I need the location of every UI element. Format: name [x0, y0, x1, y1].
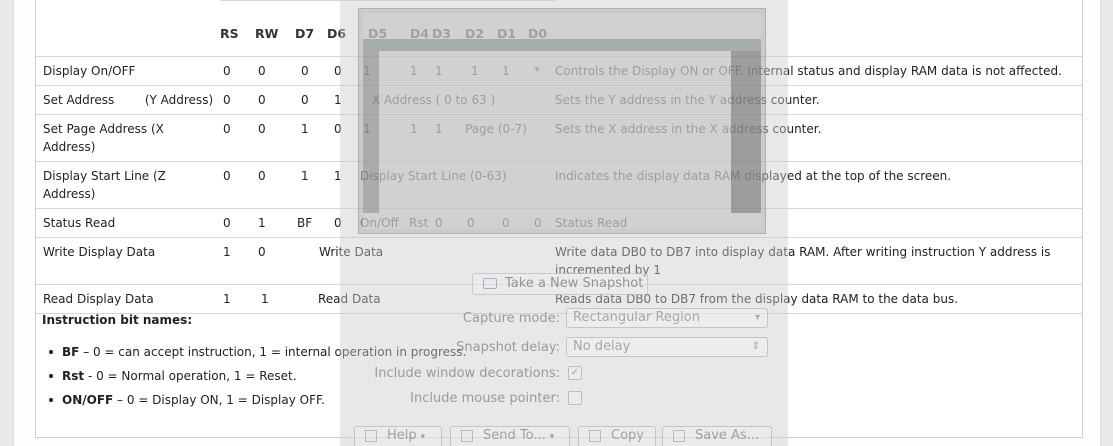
snapshot-preview[interactable]: [358, 8, 766, 234]
bit-text: - 0 = Normal operation, 1 = Reset.: [84, 369, 297, 383]
include-decorations-checkbox[interactable]: ✓: [568, 366, 582, 380]
cell-d7: 1: [295, 114, 327, 162]
capture-mode-label: Capture mode:: [462, 311, 560, 326]
snapshot-delay-value: No delay: [573, 339, 631, 354]
send-to-button[interactable]: Send To... ▾: [450, 426, 570, 446]
copy-button[interactable]: Copy: [578, 426, 656, 446]
row-name: Display Start Line (Z Address): [36, 161, 220, 209]
chevron-down-icon: ▾: [754, 312, 760, 323]
header-rw: RW: [255, 0, 295, 57]
bit-key: BF: [62, 345, 80, 359]
header-empty: [36, 1, 220, 57]
header-rs: RS: [220, 0, 255, 57]
cell-rw: 0: [255, 56, 295, 86]
send-icon: [461, 430, 473, 442]
save-icon: [673, 430, 685, 442]
take-snapshot-label: Take a New Snapshot: [505, 276, 644, 291]
camera-icon: [483, 278, 497, 289]
copy-label: Copy: [611, 428, 644, 443]
include-decorations-label: Include window decorations:: [374, 366, 560, 381]
capture-mode-select[interactable]: Rectangular Region ▾: [566, 308, 768, 328]
row-name: Set Address (Y Address): [36, 85, 220, 115]
cell-d7: 0: [295, 56, 327, 86]
snapshot-delay-label: Snapshot delay:: [456, 340, 560, 355]
cell-rs: 0: [220, 56, 255, 86]
cell-rw: 0: [255, 85, 295, 115]
cell-d7: BF: [295, 208, 327, 238]
bit-key: ON/OFF: [62, 393, 114, 407]
save-as-button[interactable]: Save As...: [662, 426, 772, 446]
cell-d7: 0: [295, 85, 327, 115]
screenshot-dialog-overlay: Take a New Snapshot Capture mode: Rectan…: [340, 0, 788, 446]
take-snapshot-button[interactable]: Take a New Snapshot: [472, 273, 648, 295]
cell-rs: 0: [220, 208, 255, 238]
preview-dark-panel: [731, 51, 761, 213]
cell-rw: 1: [255, 208, 295, 238]
cell-rs: 1: [220, 284, 255, 314]
include-pointer-label: Include mouse pointer:: [410, 391, 560, 406]
instruction-bits-title: Instruction bit names:: [42, 313, 193, 327]
help-label: Help: [387, 428, 417, 443]
cell-rw: 0: [255, 237, 295, 285]
cell-rw: 1: [255, 284, 295, 314]
cell-d7: 1: [295, 161, 327, 209]
help-icon: [365, 430, 377, 442]
row-name: Read Display Data: [36, 284, 220, 314]
help-button[interactable]: Help ▾: [354, 426, 442, 446]
chevron-down-icon: ▾: [420, 432, 426, 442]
copy-icon: [589, 430, 601, 442]
chevron-down-icon: ▾: [549, 432, 555, 442]
include-pointer-checkbox[interactable]: [568, 391, 582, 405]
row-name: Set Page Address (X Address): [36, 114, 220, 162]
snapshot-delay-spinner[interactable]: No delay ⇕: [566, 337, 768, 357]
row-name: Status Read: [36, 208, 220, 238]
row-name: Display On/OFF: [36, 56, 220, 86]
cell-rs: 0: [220, 114, 255, 162]
preview-dark-panel-left: [363, 51, 379, 213]
capture-mode-value: Rectangular Region: [573, 310, 700, 325]
header-d7: D7: [295, 0, 327, 57]
cell-rs: 0: [220, 85, 255, 115]
bit-text: – 0 = Display ON, 1 = Display OFF.: [113, 393, 325, 407]
cell-rw: 0: [255, 161, 295, 209]
send-to-label: Send To...: [483, 428, 546, 443]
cell-rs: 0: [220, 161, 255, 209]
preview-toolbar-strip: [363, 39, 761, 51]
save-as-label: Save As...: [695, 428, 760, 443]
row-name: Write Display Data: [36, 237, 220, 285]
spinner-arrows-icon: ⇕: [751, 341, 760, 352]
cell-rs: 1: [220, 237, 255, 285]
cell-rw: 0: [255, 114, 295, 162]
bit-key: Rst: [62, 369, 85, 383]
